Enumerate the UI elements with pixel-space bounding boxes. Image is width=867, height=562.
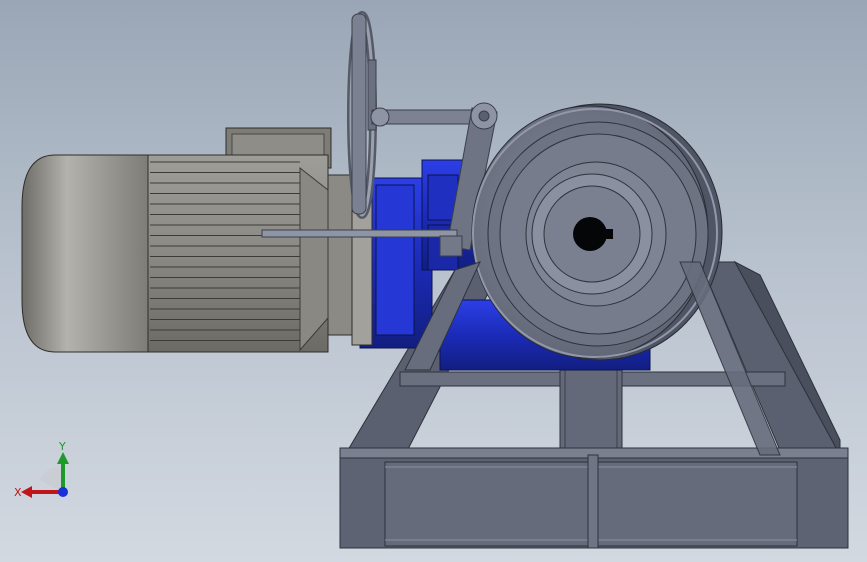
- coordinate-triad: Y X: [14, 440, 69, 499]
- x-axis-label: X: [14, 486, 22, 499]
- x-axis-head: [21, 486, 32, 498]
- z-axis-dot: [58, 487, 68, 497]
- y-axis-head: [57, 452, 69, 464]
- y-axis-label: Y: [58, 440, 66, 453]
- model-view[interactable]: [0, 0, 867, 562]
- drum-pulley[interactable]: [471, 103, 723, 361]
- graphics-viewport[interactable]: Y X: [0, 0, 867, 562]
- triad-shade: [40, 467, 62, 492]
- electric-motor[interactable]: [21, 127, 373, 353]
